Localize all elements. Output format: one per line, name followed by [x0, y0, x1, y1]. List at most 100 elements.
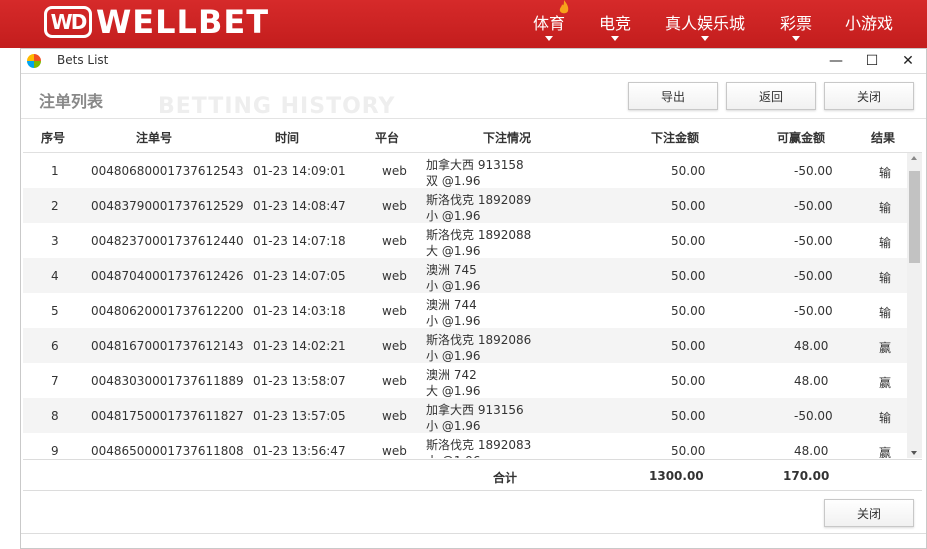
cell-win: 48.00	[794, 444, 829, 458]
table-row[interactable]: 5 00480620001737612200 01-23 14:03:18 web 50…	[23, 293, 907, 328]
nav-item-lottery[interactable]: 彩票	[780, 10, 812, 34]
col-header-result: 结果	[871, 131, 896, 145]
cell-no: 6	[51, 339, 59, 353]
cell-bet-id: 00480620001737612200	[91, 304, 244, 318]
scroll-thumb[interactable]	[909, 171, 920, 263]
chevron-down-icon	[792, 36, 800, 41]
scroll-down-icon[interactable]	[911, 451, 917, 455]
cell-win: -50.00	[794, 409, 833, 423]
cell-no: 3	[51, 234, 59, 248]
table-row[interactable]: 1 0048068000173761254‌3 01-23 14:09:01 web 5…	[23, 153, 907, 188]
cell-no: 4	[51, 269, 59, 283]
col-header-platform: 平台	[375, 131, 400, 145]
col-header-time: 时间	[275, 131, 300, 145]
col-header-bet-id: 注单号	[136, 131, 173, 145]
footer-close-button[interactable]: 关闭	[824, 499, 914, 527]
export-button[interactable]: 导出	[628, 82, 718, 110]
cell-win: 48.00	[794, 339, 829, 353]
logo-mark: WD	[44, 6, 92, 38]
cell-bet-id: 00481750001737611827	[91, 409, 244, 423]
nav-item-mini-games[interactable]: 小游戏	[845, 10, 893, 34]
col-header-win: 可赢金额	[777, 131, 826, 145]
cell-time: 01-23 13:58:07	[253, 374, 346, 388]
table-row[interactable]: 9 00486500001737611808 01-23 13:56:47 web 50…	[23, 433, 907, 458]
logo-text: WELLBET	[96, 3, 270, 41]
cell-amount: 50.00	[671, 339, 706, 353]
cell-platform: web	[382, 304, 407, 318]
bets-list-window: Bets List — ☐ ✕ 注单列表 BETTING HISTORY 导出 …	[20, 48, 927, 549]
cell-amount: 50.00	[671, 269, 706, 283]
cell-platform: web	[382, 234, 407, 248]
cell-time: 01-23 14:02:21	[253, 339, 346, 353]
cell-no: 5	[51, 304, 59, 318]
cell-win: -50.00	[794, 234, 833, 248]
cell-result: 赢	[879, 376, 892, 390]
chevron-down-icon	[545, 36, 553, 41]
cell-amount: 50.00	[671, 444, 706, 458]
cell-win: -50.00	[794, 304, 833, 318]
cell-amount: 50.00	[671, 374, 706, 388]
nav-item-esports[interactable]: 电竞	[599, 10, 631, 34]
cell-platform: web	[382, 339, 407, 353]
app-icon	[27, 54, 41, 68]
cell-result: 输	[879, 306, 892, 320]
table-header: 序号 注单号 时间 平台 下注情况 下注金额 可赢金额 结果	[23, 121, 922, 153]
cell-bet-game: 加拿大西 913158	[426, 158, 524, 172]
cell-result: 输	[879, 236, 892, 250]
cell-time: 01-23 14:03:18	[253, 304, 346, 318]
cell-win: -50.00	[794, 269, 833, 283]
total-amount: 1300.00	[649, 469, 704, 483]
maximize-button[interactable]: ☐	[857, 51, 887, 71]
table-row[interactable]: 8 00481750001737611827 01-23 13:57:05 web 50…	[23, 398, 907, 433]
table-scrollbar[interactable]	[907, 153, 922, 458]
cell-win: 48.00	[794, 374, 829, 388]
table-row[interactable]: 6 00481670001737612143 01-23 14:02:21 web 50…	[23, 328, 907, 363]
cell-bet-pick: 小 @1.96	[426, 279, 481, 293]
panel-title: 注单列表	[39, 92, 104, 111]
cell-no: 7	[51, 374, 59, 388]
cell-bet-game: 澳洲 742	[426, 368, 477, 382]
cell-platform: web	[382, 444, 407, 458]
table-row[interactable]: 2 00483790001737612529 01-23 14:08:47 web 50…	[23, 188, 907, 223]
flame-icon	[559, 0, 569, 14]
scroll-up-icon[interactable]	[911, 156, 917, 160]
chevron-down-icon	[611, 36, 619, 41]
cell-no: 1	[51, 164, 59, 178]
col-header-bet-detail: 下注情况	[483, 131, 532, 145]
cell-time: 01-23 14:07:05	[253, 269, 346, 283]
cell-platform: web	[382, 409, 407, 423]
close-window-button[interactable]: ✕	[893, 51, 923, 71]
cell-bet-pick: 小 @1.96	[426, 209, 481, 223]
cell-bet-pick: 小 @1.96	[426, 419, 481, 433]
cell-time: 01-23 14:09:01	[253, 164, 346, 178]
cell-bet-id: 00483030001737611889	[91, 374, 244, 388]
cell-platform: web	[382, 374, 407, 388]
chevron-down-icon	[701, 36, 709, 41]
cell-bet-id: 00483790001737612529	[91, 199, 244, 213]
minimize-button[interactable]: —	[821, 51, 851, 71]
window-titlebar[interactable]: Bets List — ☐ ✕	[21, 49, 926, 73]
cell-platform: web	[382, 164, 407, 178]
cell-bet-game: 加拿大西 913156	[426, 403, 524, 417]
table-body: 1 0048068000173761254‌3 01-23 14:09:01 web 5…	[23, 153, 907, 458]
cell-time: 01-23 13:56:47	[253, 444, 346, 458]
table-row[interactable]: 7 00483030001737611889 01-23 13:58:07 web 50…	[23, 363, 907, 398]
table-row[interactable]: 3 00482370001737612440 01-23 14:07:18 web 50…	[23, 223, 907, 258]
cell-time: 01-23 14:08:47	[253, 199, 346, 213]
cell-result: 赢	[879, 446, 892, 458]
cell-amount: 50.00	[671, 164, 706, 178]
cell-amount: 50.00	[671, 304, 706, 318]
table-row[interactable]: 4 00487040001737612426 01-23 14:07:05 web 50…	[23, 258, 907, 293]
nav-item-live-casino[interactable]: 真人娱乐城	[665, 10, 745, 34]
cell-result: 输	[879, 201, 892, 215]
back-button[interactable]: 返回	[726, 82, 816, 110]
cell-result: 输	[879, 166, 892, 180]
cell-bet-game: 澳洲 745	[426, 263, 477, 277]
close-button[interactable]: 关闭	[824, 82, 914, 110]
cell-bet-pick: 双 @1.96	[426, 174, 481, 188]
cell-bet-game: 澳洲 744	[426, 298, 477, 312]
cell-platform: web	[382, 269, 407, 283]
wellbet-logo[interactable]: WD WELLBET	[44, 3, 270, 41]
cell-result: 赢	[879, 341, 892, 355]
table-footer: 合计 1300.00 170.00	[23, 459, 922, 491]
